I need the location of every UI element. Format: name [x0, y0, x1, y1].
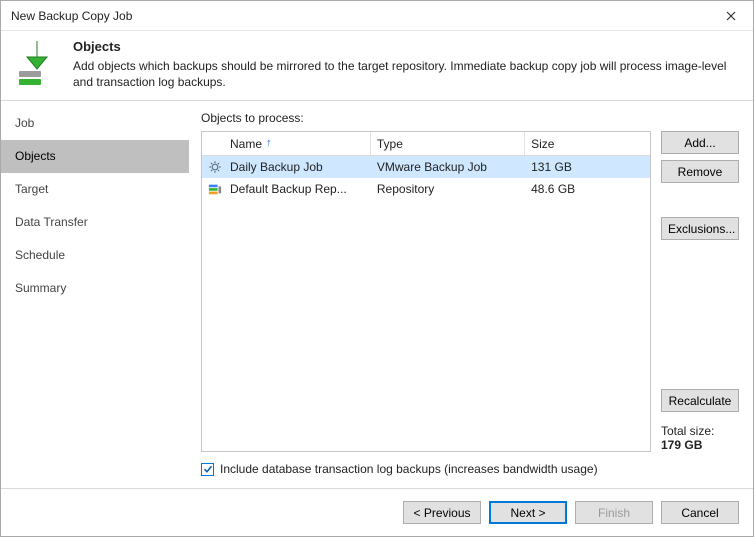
sort-asc-icon: ↑: [266, 138, 272, 149]
title-bar: New Backup Copy Job: [1, 1, 753, 31]
column-header-name[interactable]: Name ↑: [224, 132, 371, 155]
cell-type: VMware Backup Job: [371, 160, 525, 174]
cancel-button[interactable]: Cancel: [661, 501, 739, 524]
close-button[interactable]: [708, 1, 753, 31]
previous-button[interactable]: < Previous: [403, 501, 481, 524]
window-title: New Backup Copy Job: [11, 9, 708, 23]
nav-item-job[interactable]: Job: [1, 107, 189, 140]
repository-icon: [202, 182, 224, 196]
cell-name: Daily Backup Job: [224, 160, 371, 174]
include-tlog-checkbox[interactable]: [201, 463, 214, 476]
wizard-icon: [13, 39, 61, 87]
total-size: Total size: 179 GB: [661, 418, 739, 452]
objects-table: Name ↑ Type Size Daily Backup Job VMware…: [201, 131, 651, 452]
next-button[interactable]: Next >: [489, 501, 567, 524]
table-row[interactable]: Daily Backup Job VMware Backup Job 131 G…: [202, 156, 650, 178]
include-tlog-row[interactable]: Include database transaction log backups…: [201, 452, 739, 488]
nav-item-target[interactable]: Target: [1, 173, 189, 206]
cell-type: Repository: [371, 182, 525, 196]
exclusions-button[interactable]: Exclusions...: [661, 217, 739, 240]
close-icon: [726, 11, 736, 21]
header-title: Objects: [73, 39, 741, 54]
objects-list-label: Objects to process:: [201, 111, 739, 125]
side-button-column: Add... Remove Exclusions... Recalculate …: [661, 131, 739, 452]
header-description: Add objects which backups should be mirr…: [73, 58, 741, 90]
cell-name: Default Backup Rep...: [224, 182, 371, 196]
column-header-type[interactable]: Type: [371, 132, 525, 155]
nav-item-schedule[interactable]: Schedule: [1, 239, 189, 272]
nav-item-objects[interactable]: Objects: [1, 140, 189, 173]
nav-item-summary[interactable]: Summary: [1, 272, 189, 305]
cell-size: 48.6 GB: [525, 182, 650, 196]
include-tlog-label: Include database transaction log backups…: [220, 462, 598, 476]
add-button[interactable]: Add...: [661, 131, 739, 154]
recalculate-button[interactable]: Recalculate: [661, 389, 739, 412]
column-header-size[interactable]: Size: [525, 132, 650, 155]
header-panel: Objects Add objects which backups should…: [1, 31, 753, 100]
total-size-value: 179 GB: [661, 438, 739, 452]
total-size-label: Total size:: [661, 424, 739, 438]
table-header: Name ↑ Type Size: [202, 132, 650, 156]
cell-size: 131 GB: [525, 160, 650, 174]
finish-button[interactable]: Finish: [575, 501, 653, 524]
checkmark-icon: [203, 464, 213, 474]
remove-button[interactable]: Remove: [661, 160, 739, 183]
gear-icon: [202, 160, 224, 174]
wizard-nav: Job Objects Target Data Transfer Schedul…: [1, 100, 189, 488]
table-row[interactable]: Default Backup Rep... Repository 48.6 GB: [202, 178, 650, 200]
wizard-footer: < Previous Next > Finish Cancel: [1, 488, 753, 536]
nav-item-data-transfer[interactable]: Data Transfer: [1, 206, 189, 239]
